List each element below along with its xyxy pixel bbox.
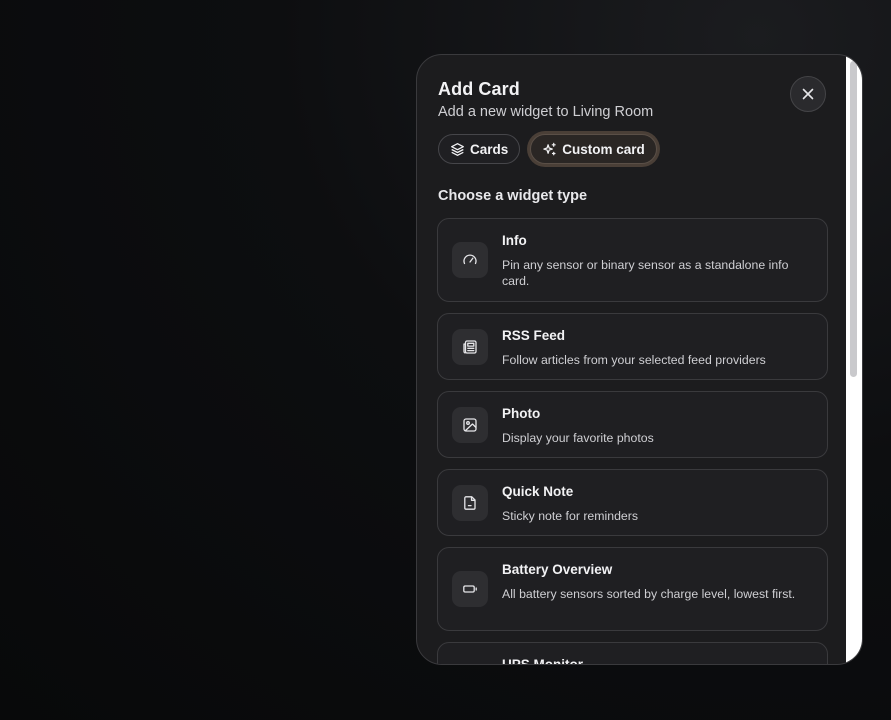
tab-custom-card-label: Custom card [562,141,645,157]
newspaper-icon [462,339,478,355]
widget-icon-box [452,484,488,521]
close-button[interactable] [790,76,826,112]
widget-icon-box [452,242,488,278]
widget-description: Follow articles from your selected feed … [502,353,766,367]
widget-icon-box [452,406,488,443]
widget-description: Sticky note for reminders [502,509,638,523]
widget-option-rss-feed[interactable]: RSS Feed Follow articles from your selec… [437,313,828,380]
tab-custom-card[interactable]: Custom card [530,134,657,164]
image-icon [462,417,478,433]
add-card-dialog: Add Card Add a new widget to Living Room… [416,54,863,665]
widget-type-list: Info Pin any sensor or binary sensor as … [437,218,828,665]
gauge-icon [462,252,478,268]
layers-icon [450,142,465,157]
scrollbar[interactable] [846,55,862,664]
widget-title: Battery Overview [502,562,613,577]
widget-option-quick-note[interactable]: Quick Note Sticky note for reminders [437,469,828,536]
sparkles-icon [542,142,557,157]
widget-title: RSS Feed [502,328,566,343]
widget-option-ups-monitor[interactable]: UPS Monitor [437,642,828,665]
widget-title: Photo [502,406,541,421]
widget-title: Quick Note [502,484,574,499]
tab-cards[interactable]: Cards [438,134,521,164]
widget-description: Display your favorite photos [502,431,654,445]
widget-icon-box [452,571,488,607]
scrollbar-thumb[interactable] [850,61,857,377]
widget-title: UPS Monitor [502,657,583,665]
close-icon [801,87,815,101]
widget-option-battery-overview[interactable]: Battery Overview All battery sensors sor… [437,547,828,631]
widget-description: All battery sensors sorted by charge lev… [502,587,796,601]
note-icon [462,495,478,511]
dialog-subtitle: Add a new widget to Living Room [438,104,654,120]
widget-option-info[interactable]: Info Pin any sensor or binary sensor as … [437,218,828,302]
dialog-title: Add Card [438,79,520,99]
dialog-scroll-area: Add Card Add a new widget to Living Room… [417,55,847,665]
widget-option-photo[interactable]: Photo Display your favorite photos [437,391,828,458]
battery-icon [462,581,478,597]
tab-bar: Cards Custom card [438,134,657,164]
widget-description: Pin any sensor or binary sensor as a sta… [502,258,789,288]
widget-icon-box [452,328,488,365]
widget-title: Info [502,233,527,248]
section-title: Choose a widget type [438,188,588,204]
tab-cards-label: Cards [470,141,509,157]
